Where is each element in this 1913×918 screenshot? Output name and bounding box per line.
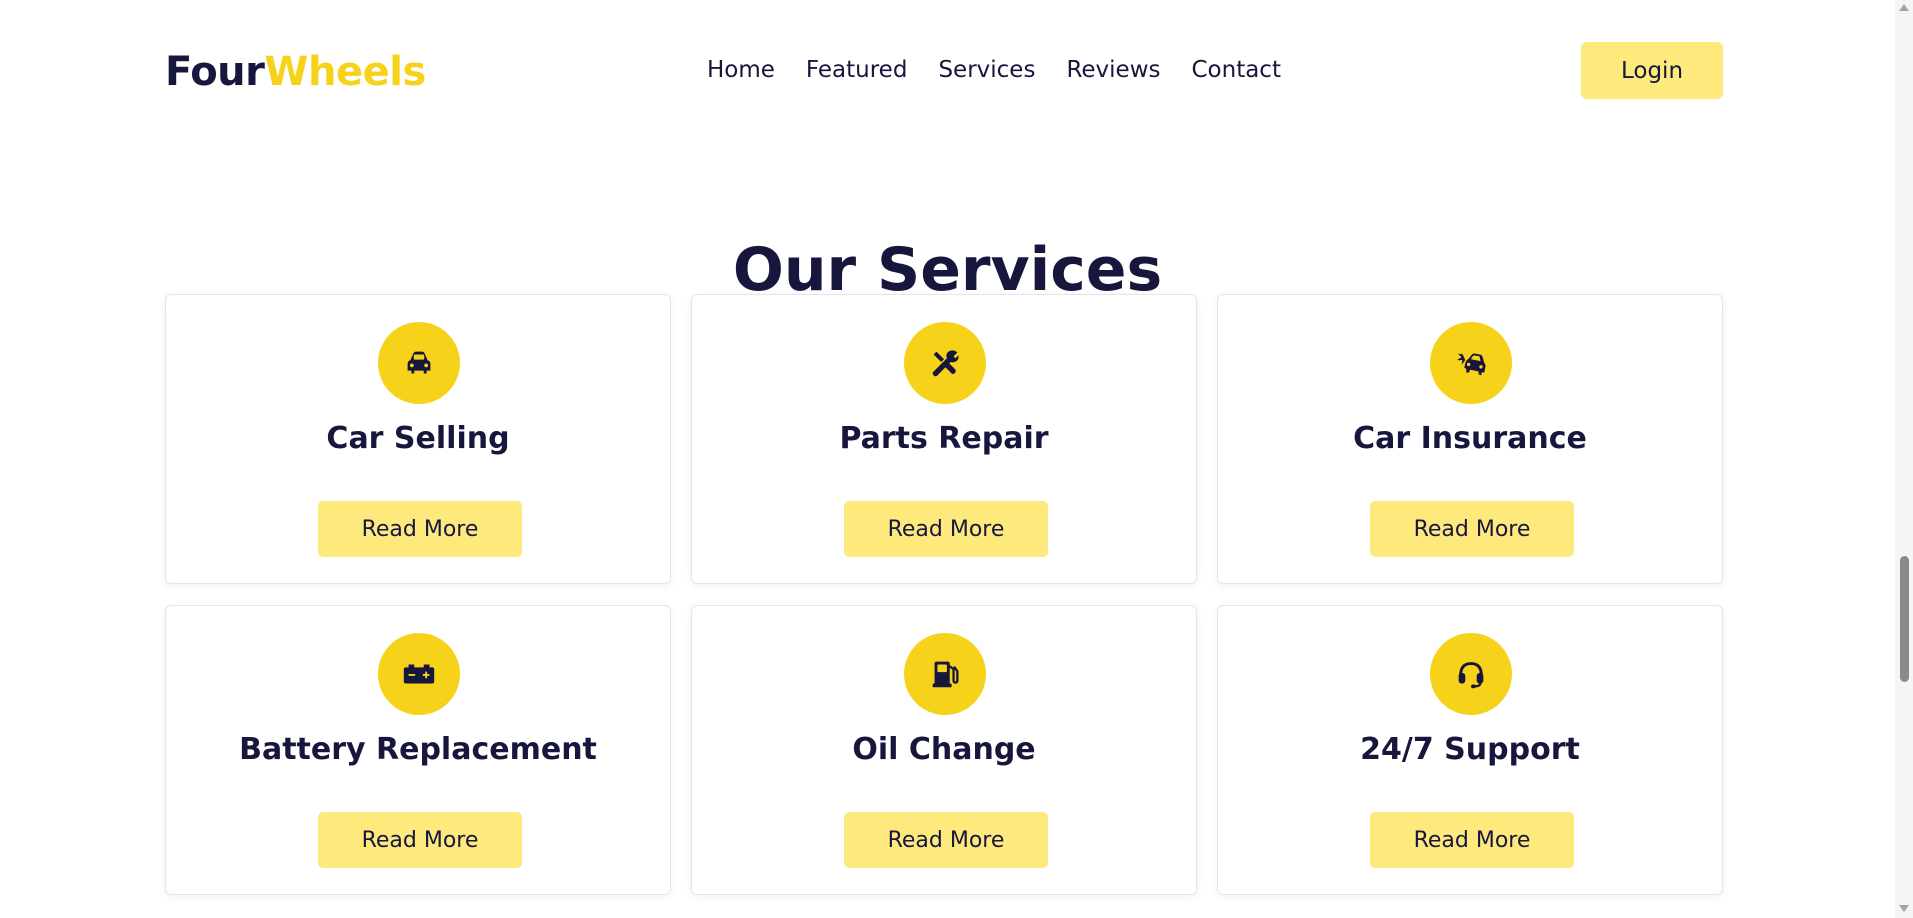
read-more-button[interactable]: Read More: [844, 501, 1048, 557]
tools-icon-graphic: [932, 350, 959, 377]
read-more-button[interactable]: Read More: [318, 812, 522, 868]
service-card-support: 24/7 Support Read More: [1217, 605, 1723, 895]
nav-reviews-link[interactable]: Reviews: [1066, 57, 1160, 83]
main-nav: Home Featured Services Reviews Contact: [707, 50, 1281, 90]
car-crash-icon-graphic: [1456, 349, 1486, 376]
fuel-pump-icon-graphic: [932, 661, 959, 688]
service-title: Car Selling: [326, 421, 510, 456]
service-card-oil-change: Oil Change Read More: [691, 605, 1197, 895]
car-crash-icon: [1430, 322, 1512, 404]
page: FourWheels Home Featured Services Review…: [0, 0, 1913, 918]
read-more-button[interactable]: Read More: [318, 501, 522, 557]
battery-icon-graphic: [403, 664, 435, 684]
headset-icon: [1430, 633, 1512, 715]
scroll-up-arrow-icon[interactable]: [1899, 4, 1909, 11]
read-more-button[interactable]: Read More: [844, 812, 1048, 868]
vertical-scrollbar[interactable]: [1895, 0, 1913, 918]
service-title: Car Insurance: [1353, 421, 1587, 456]
headset-icon-graphic: [1458, 662, 1484, 689]
tools-icon: [904, 322, 986, 404]
service-card-car-selling: Car Selling Read More: [165, 294, 671, 584]
read-more-button[interactable]: Read More: [1370, 501, 1574, 557]
read-more-button[interactable]: Read More: [1370, 812, 1574, 868]
nav-contact-link[interactable]: Contact: [1191, 57, 1280, 83]
scrollbar-thumb[interactable]: [1900, 556, 1909, 682]
service-card-parts-repair: Parts Repair Read More: [691, 294, 1197, 584]
nav-home-link[interactable]: Home: [707, 57, 775, 83]
nav-services-link[interactable]: Services: [938, 57, 1035, 83]
logo[interactable]: FourWheels: [165, 44, 426, 100]
site-header: FourWheels Home Featured Services Review…: [0, 0, 1895, 140]
car-icon: [378, 322, 460, 404]
car-icon-graphic: [407, 351, 431, 374]
service-title: 24/7 Support: [1360, 732, 1580, 767]
scroll-down-arrow-icon[interactable]: [1899, 905, 1909, 912]
fuel-pump-icon: [904, 633, 986, 715]
login-button[interactable]: Login: [1581, 42, 1723, 99]
service-title: Parts Repair: [839, 421, 1049, 456]
service-card-car-insurance: Car Insurance Read More: [1217, 294, 1723, 584]
battery-icon: [378, 633, 460, 715]
service-title: Oil Change: [852, 732, 1036, 767]
service-card-battery-replacement: Battery Replacement Read More: [165, 605, 671, 895]
logo-part-four: Four: [165, 49, 265, 95]
logo-part-wheels: Wheels: [264, 49, 426, 95]
service-title: Battery Replacement: [239, 732, 597, 767]
nav-featured-link[interactable]: Featured: [806, 57, 908, 83]
